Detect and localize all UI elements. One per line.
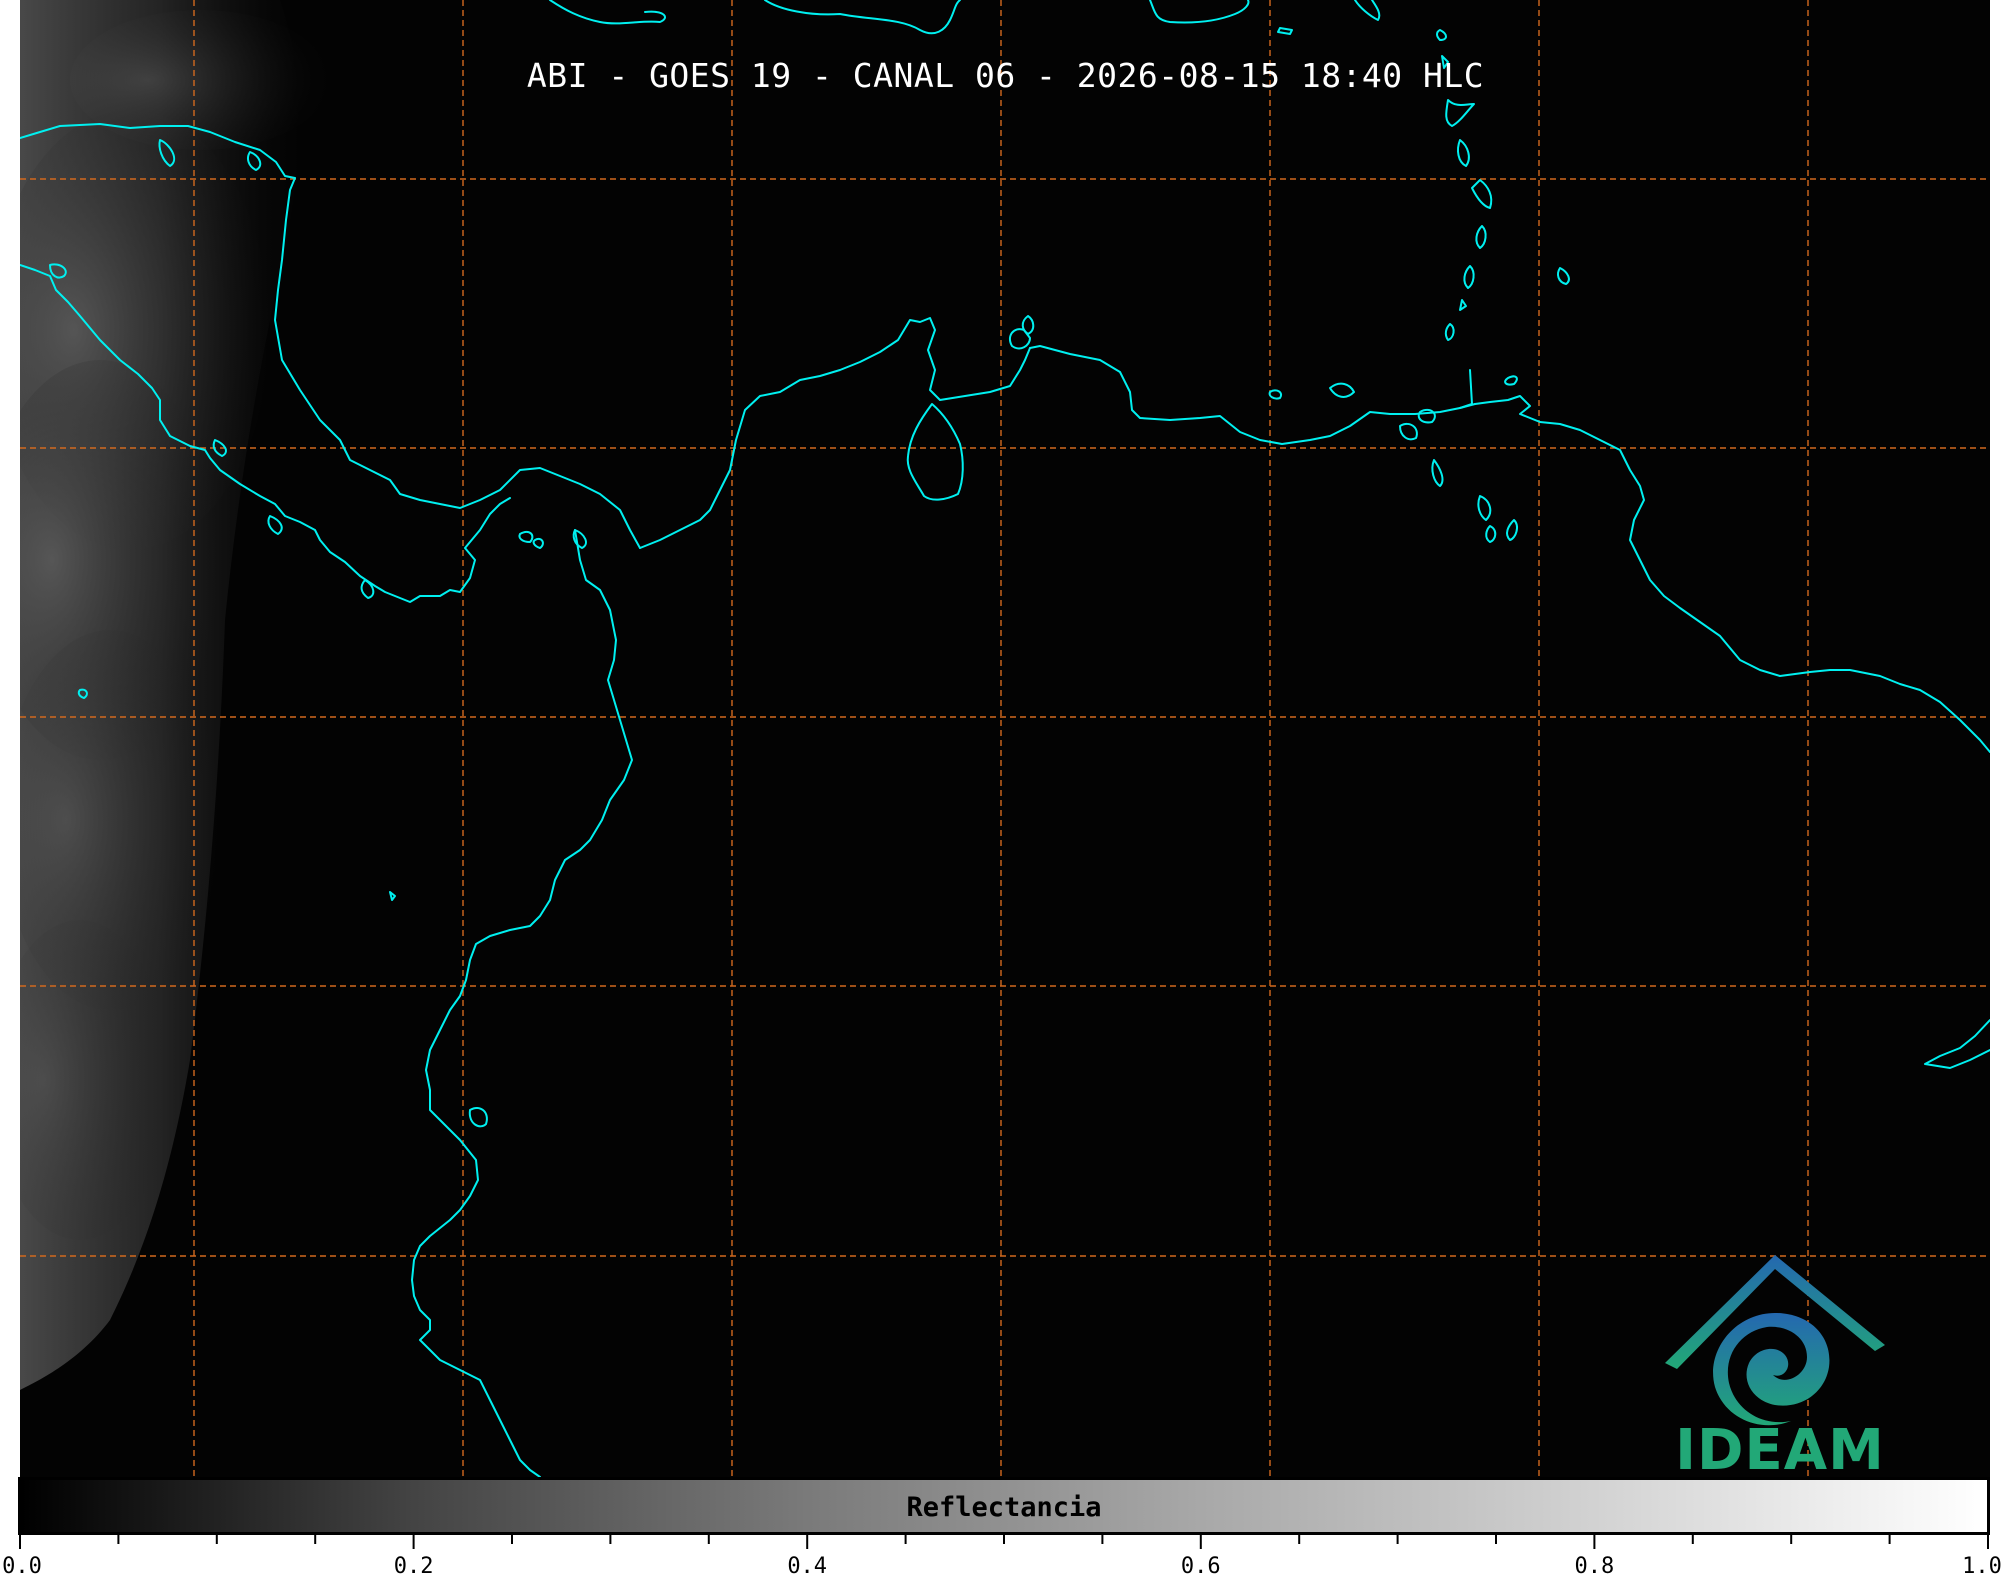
ideam-logo-text: IDEAM — [1675, 1418, 1885, 1483]
colorbar-tick-label: 0.4 — [787, 1554, 827, 1577]
colorbar-tick-label: 0.2 — [394, 1554, 434, 1577]
reflectance-colorbar: Reflectancia — [18, 1477, 1990, 1535]
colorbar-tick-label: 0.6 — [1181, 1554, 1221, 1577]
colorbar-label: Reflectancia — [906, 1492, 1102, 1523]
satellite-figure: ABI - GOES 19 - CANAL 06 - 2026-08-15 18… — [0, 0, 2011, 1577]
map-title: ABI - GOES 19 - CANAL 06 - 2026-08-15 18… — [526, 56, 1485, 95]
colorbar-tick-label: 0.8 — [1575, 1554, 1615, 1577]
cloud-field — [20, 0, 330, 1390]
colorbar-tick-label: 0.0 — [2, 1554, 42, 1577]
colorbar-tick-label: 1.0 — [1962, 1554, 2002, 1577]
